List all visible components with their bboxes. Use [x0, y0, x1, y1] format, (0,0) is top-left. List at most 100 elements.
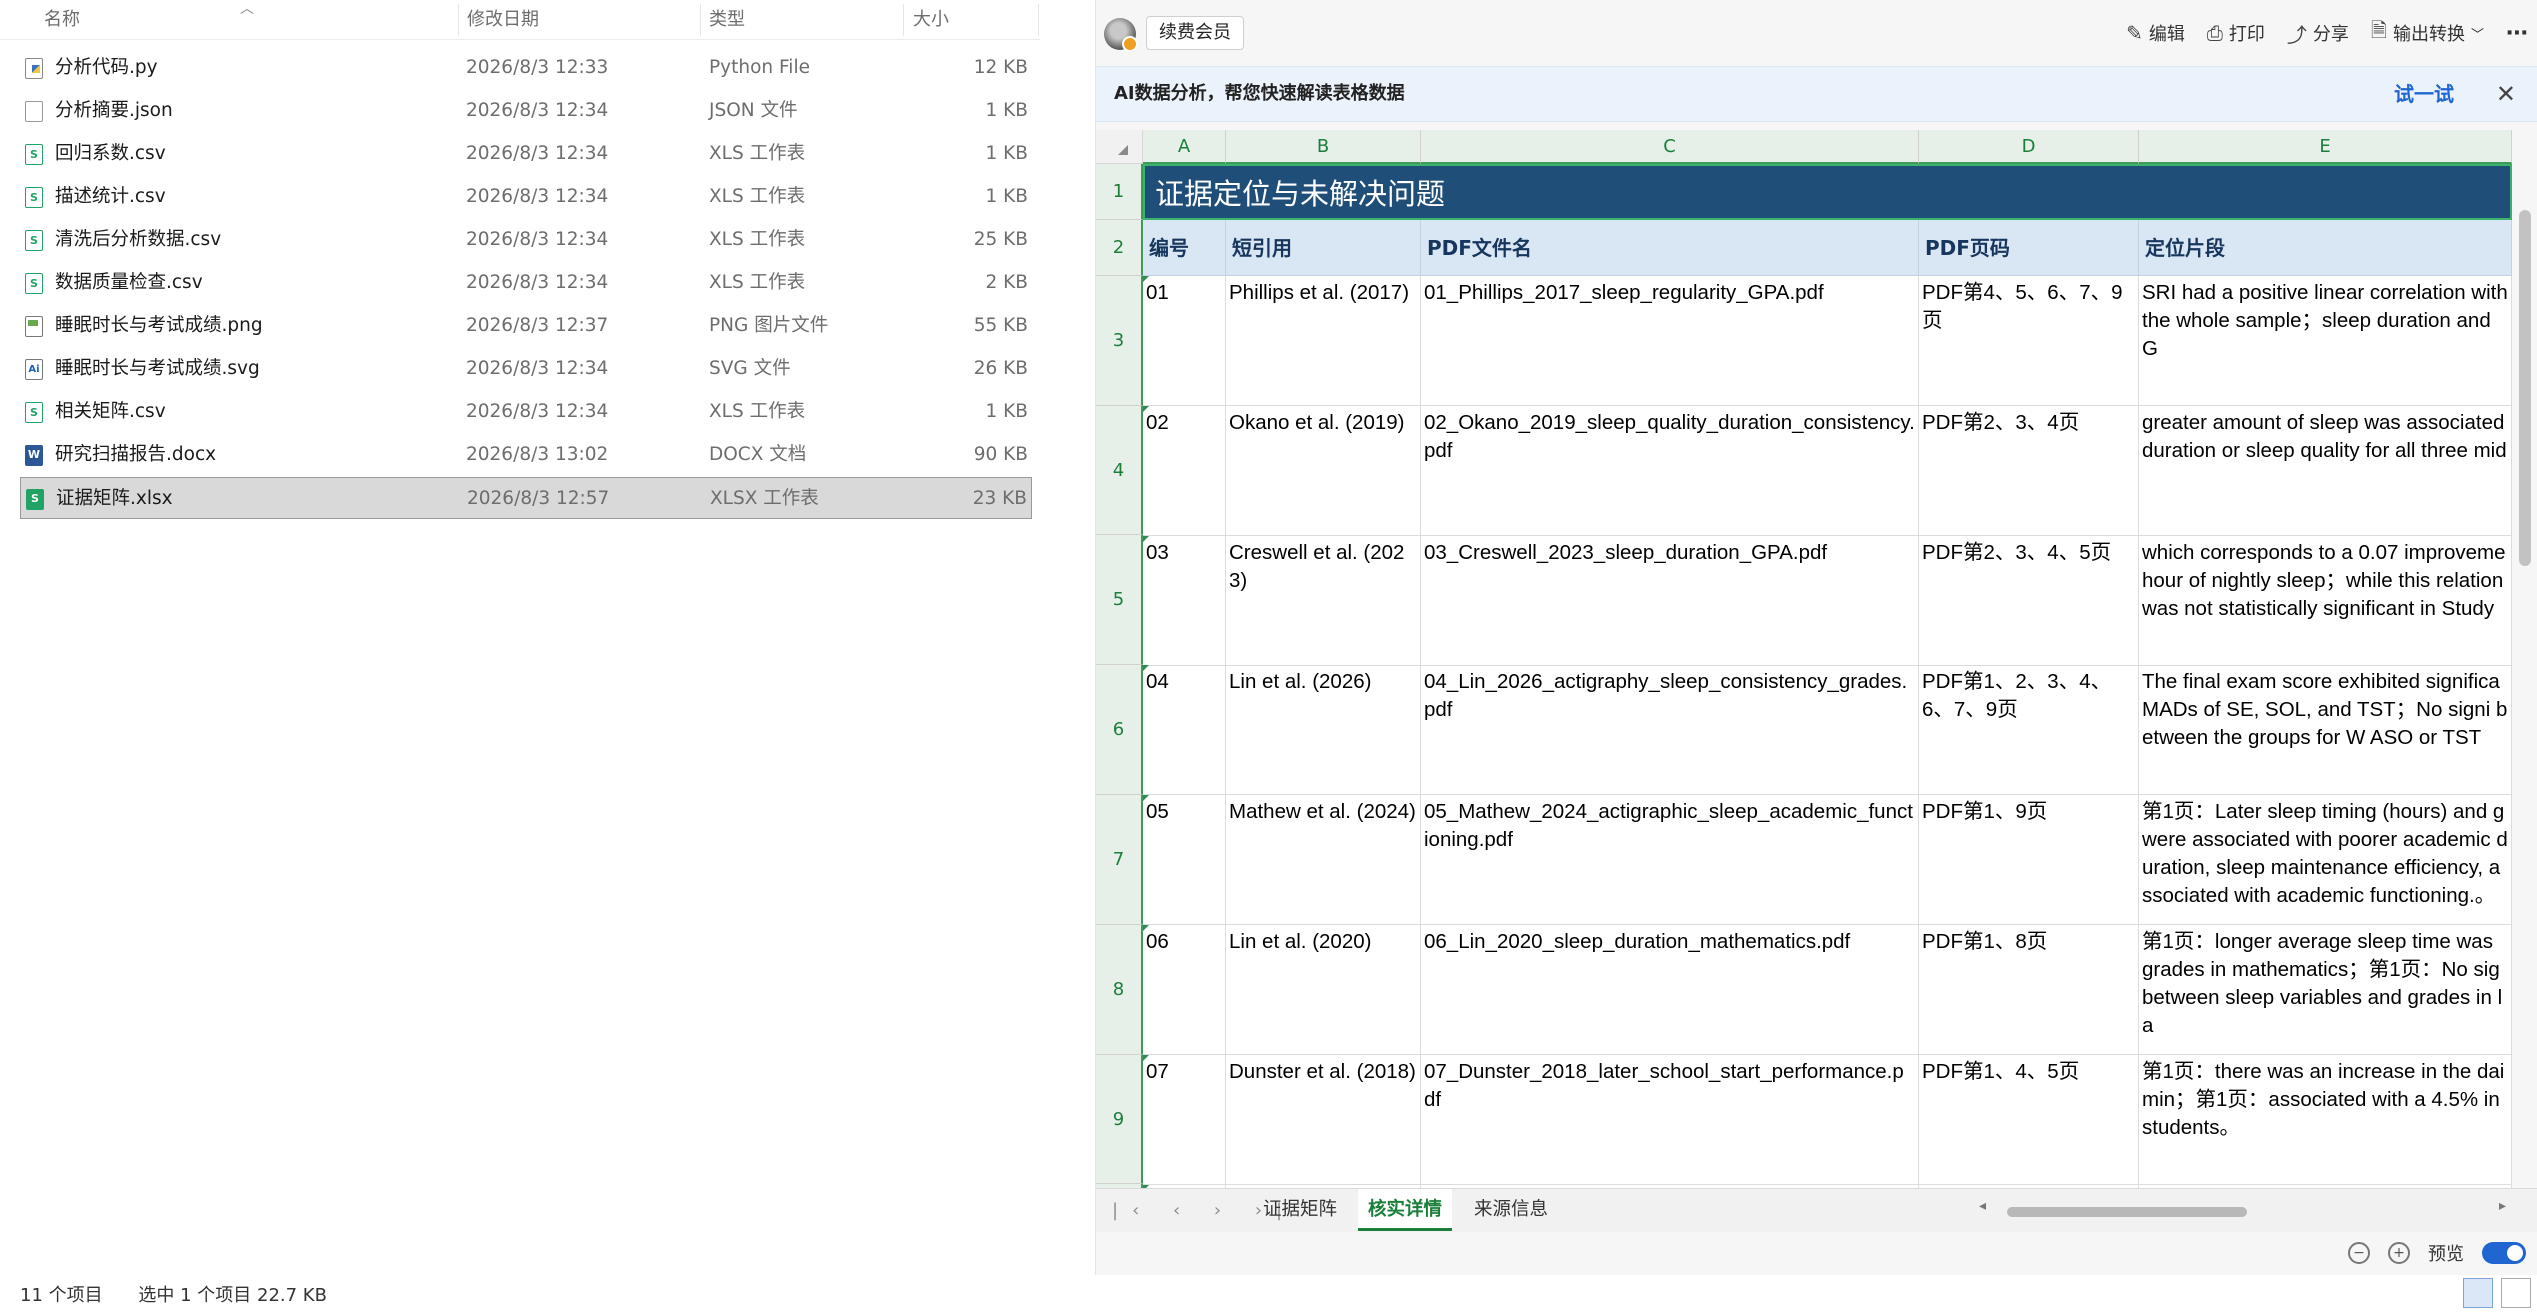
file-row[interactable]: W 研究扫描报告.docx 2026/8/3 13:02 DOCX 文档 90 KB	[20, 434, 1032, 476]
sheet-tab[interactable]: 来源信息	[1464, 1189, 1558, 1231]
preview-toggle[interactable]	[2482, 1242, 2526, 1264]
row-number[interactable]: 9	[1096, 1055, 1143, 1184]
file-row[interactable]: S 描述统计.csv 2026/8/3 12:34 XLS 工作表 1 KB	[20, 176, 1032, 218]
spreadsheet-preview: 续费会员 ✎ 编辑 ⎙ 打印 ⤴ 分享 🗎 输出转换 ﹀ ⋯ AI数据分析，帮您快速解读表…	[1095, 0, 2537, 1275]
header-cell[interactable]: PDF文件名	[1421, 220, 1919, 276]
cell-cite[interactable]: Okano et al. (2019)	[1226, 405, 1421, 536]
cell-file[interactable]: 03_Creswell_2023_sleep_duration_GPA.pdf	[1421, 535, 1919, 666]
ai-try-button[interactable]: 试一试	[2394, 67, 2454, 121]
zoom-out-icon[interactable]: −	[2348, 1242, 2370, 1264]
cell-file[interactable]: 06_Lin_2020_sleep_duration_mathematics.p…	[1421, 925, 1919, 1055]
cell-snippet[interactable]: SRI had a positive linear correlation wi…	[2139, 276, 2512, 406]
cell-cite[interactable]: Dunster et al. (2018)	[1226, 1054, 1421, 1185]
cell-id[interactable]: 06	[1143, 925, 1226, 1055]
column-header-size[interactable]: 大小	[913, 0, 949, 40]
cell-cite[interactable]: Lin et al. (2020)	[1226, 925, 1421, 1055]
scroll-right-icon[interactable]: ▸	[2499, 1198, 2506, 1214]
horizontal-scroll-thumb[interactable]	[2007, 1207, 2247, 1217]
row-number[interactable]: 6	[1096, 665, 1143, 795]
column-separator[interactable]	[1038, 4, 1039, 36]
cell-snippet[interactable]: 第1页：longer average sleep time was grades…	[2139, 925, 2512, 1055]
cell-pages[interactable]: PDF第1、8页	[1919, 925, 2139, 1055]
file-row[interactable]: S 清洗后分析数据.csv 2026/8/3 12:34 XLS 工作表 25 KB	[20, 219, 1032, 261]
close-icon[interactable]: ✕	[2496, 67, 2516, 121]
cell-pages[interactable]: PDF第4、5、6、7、9页	[1919, 276, 2139, 406]
cell-file[interactable]: 05_Mathew_2024_actigraphic_sleep_academi…	[1421, 795, 1919, 926]
select-all-corner[interactable]	[1096, 130, 1143, 164]
cell-pages[interactable]: PDF第1、9页	[1919, 795, 2139, 926]
file-row[interactable]: S 相关矩阵.csv 2026/8/3 12:34 XLS 工作表 1 KB	[20, 391, 1032, 433]
column-letter[interactable]: B	[1226, 130, 1421, 164]
scroll-left-icon[interactable]: ◂	[1979, 1198, 1986, 1214]
file-row[interactable]: S 数据质量检查.csv 2026/8/3 12:34 XLS 工作表 2 KB	[20, 262, 1032, 304]
sheet-tab[interactable]: 核实详情	[1358, 1189, 1453, 1231]
file-row[interactable]: S 证据矩阵.xlsx 2026/8/3 12:57 XLSX 工作表 23 KB	[20, 477, 1032, 519]
cell-file[interactable]: 01_Phillips_2017_sleep_regularity_GPA.pd…	[1421, 276, 1919, 406]
cell-pages[interactable]: PDF第1、4、5页	[1919, 1054, 2139, 1185]
cell-id[interactable]: 05	[1143, 795, 1226, 926]
sheet-title-cell[interactable]: 证据定位与未解决问题	[1143, 164, 2512, 220]
cell-file[interactable]: 02_Okano_2019_sleep_quality_duration_con…	[1421, 405, 1919, 536]
cell-snippet[interactable]: which corresponds to a 0.07 improveme ho…	[2139, 535, 2512, 666]
cell-pages[interactable]: PDF第1、2、3、4、6、7、9页	[1919, 665, 2139, 796]
avatar[interactable]	[1104, 18, 1138, 52]
column-letter[interactable]: D	[1919, 130, 2139, 164]
cell-file[interactable]: 04_Lin_2026_actigraphy_sleep_consistency…	[1421, 665, 1919, 796]
column-separator[interactable]	[903, 4, 904, 36]
header-cell[interactable]: 编号	[1143, 220, 1226, 276]
column-letter[interactable]: E	[2139, 130, 2512, 164]
file-row[interactable]: 分析摘要.json 2026/8/3 12:34 JSON 文件 1 KB	[20, 90, 1032, 132]
header-cell[interactable]: 短引用	[1226, 220, 1421, 276]
header-cell[interactable]: PDF页码	[1919, 220, 2139, 276]
cell-snippet[interactable]: greater amount of sleep was associated d…	[2139, 405, 2512, 536]
file-row[interactable]: 分析代码.py 2026/8/3 12:33 Python File 12 KB	[20, 47, 1032, 89]
cell-file[interactable]: 07_Dunster_2018_later_school_start_perfo…	[1421, 1054, 1919, 1185]
row-number[interactable]: 2	[1096, 220, 1143, 276]
column-header-type[interactable]: 类型	[709, 0, 745, 40]
cell-snippet[interactable]: 第1页：there was an increase in the dai min…	[2139, 1054, 2512, 1185]
cell-id[interactable]: 01	[1143, 276, 1226, 406]
column-separator[interactable]	[700, 4, 701, 36]
column-letter[interactable]: A	[1143, 130, 1226, 164]
sheet-grid[interactable]: ABCDE 123456789 证据定位与未解决问题 编号 短引用 PDF文件名 PD…	[1096, 130, 2512, 1188]
row-number[interactable]: 4	[1096, 406, 1143, 535]
cell-cite[interactable]: Mathew et al. (2024)	[1226, 795, 1421, 926]
export-button[interactable]: 🗎 输出转换 ﹀	[2371, 16, 2484, 50]
column-separator[interactable]	[458, 4, 459, 36]
cell-cite[interactable]: Lin et al. (2026)	[1226, 665, 1421, 796]
cell-id[interactable]: 07	[1143, 1054, 1226, 1185]
zoom-in-icon[interactable]: +	[2388, 1242, 2410, 1264]
file-size: 1 KB	[985, 143, 1028, 164]
edit-button[interactable]: ✎ 编辑	[2126, 20, 2185, 46]
vertical-scroll-thumb[interactable]	[2519, 210, 2531, 566]
row-number[interactable]: 5	[1096, 535, 1143, 665]
print-button[interactable]: ⎙ 打印	[2207, 20, 2265, 46]
cell-id[interactable]: 03	[1143, 535, 1226, 666]
cell-id[interactable]: 04	[1143, 665, 1226, 796]
row-number[interactable]: 1	[1096, 164, 1143, 220]
row-number[interactable]: 3	[1096, 276, 1143, 406]
cell-snippet[interactable]: The final exam score exhibited significa…	[2139, 665, 2512, 796]
more-button[interactable]: ⋯	[2506, 21, 2528, 46]
row-number[interactable]: 7	[1096, 795, 1143, 925]
share-button[interactable]: ⤴ 分享	[2287, 19, 2349, 48]
file-row[interactable]: S 回归系数.csv 2026/8/3 12:34 XLS 工作表 1 KB	[20, 133, 1032, 175]
horizontal-scrollbar[interactable]: ◂ ▸	[1979, 1198, 2537, 1220]
renew-membership-button[interactable]: 续费会员	[1146, 16, 1244, 50]
row-number[interactable]: 8	[1096, 925, 1143, 1055]
column-header-name[interactable]: 名称	[44, 0, 80, 40]
details-view-button[interactable]	[2463, 1278, 2493, 1308]
column-header-date[interactable]: 修改日期	[467, 0, 539, 40]
sheet-tab[interactable]: 证据矩阵	[1253, 1189, 1347, 1231]
header-cell[interactable]: 定位片段	[2139, 220, 2512, 276]
column-letter[interactable]: C	[1421, 130, 1919, 164]
file-row[interactable]: 睡眠时长与考试成绩.png 2026/8/3 12:37 PNG 图片文件 55 KB	[20, 305, 1032, 347]
cell-cite[interactable]: Creswell et al. (2023)	[1226, 535, 1421, 666]
cell-snippet[interactable]: 第1页：Later sleep timing (hours) and g wer…	[2139, 795, 2512, 926]
cell-pages[interactable]: PDF第2、3、4、5页	[1919, 535, 2139, 666]
cell-cite[interactable]: Phillips et al. (2017)	[1226, 276, 1421, 406]
cell-pages[interactable]: PDF第2、3、4页	[1919, 405, 2139, 536]
cell-id[interactable]: 02	[1143, 405, 1226, 536]
file-row[interactable]: Ai 睡眠时长与考试成绩.svg 2026/8/3 12:34 SVG 文件 26 KB	[20, 348, 1032, 390]
tiles-view-button[interactable]	[2501, 1278, 2531, 1308]
